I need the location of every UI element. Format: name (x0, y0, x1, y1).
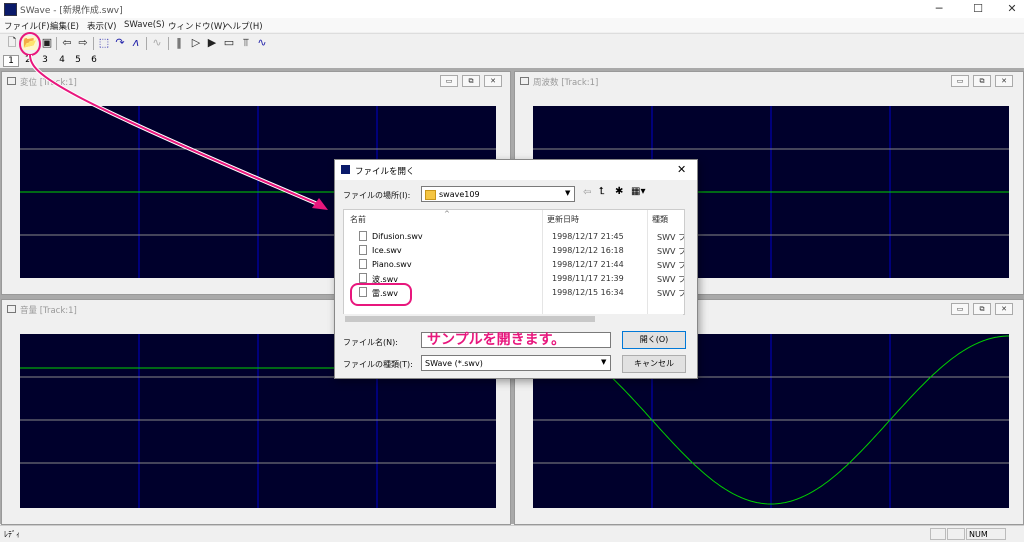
highlight-circle-toolbar (19, 32, 41, 56)
annotation-arrow (19, 32, 328, 210)
status-bar: ﾚﾃﾞｨ NUM (0, 525, 1024, 542)
status-panel (947, 528, 965, 540)
status-num: NUM (966, 528, 1006, 540)
status-panel (930, 528, 946, 540)
status-text: ﾚﾃﾞｨ (4, 530, 20, 539)
